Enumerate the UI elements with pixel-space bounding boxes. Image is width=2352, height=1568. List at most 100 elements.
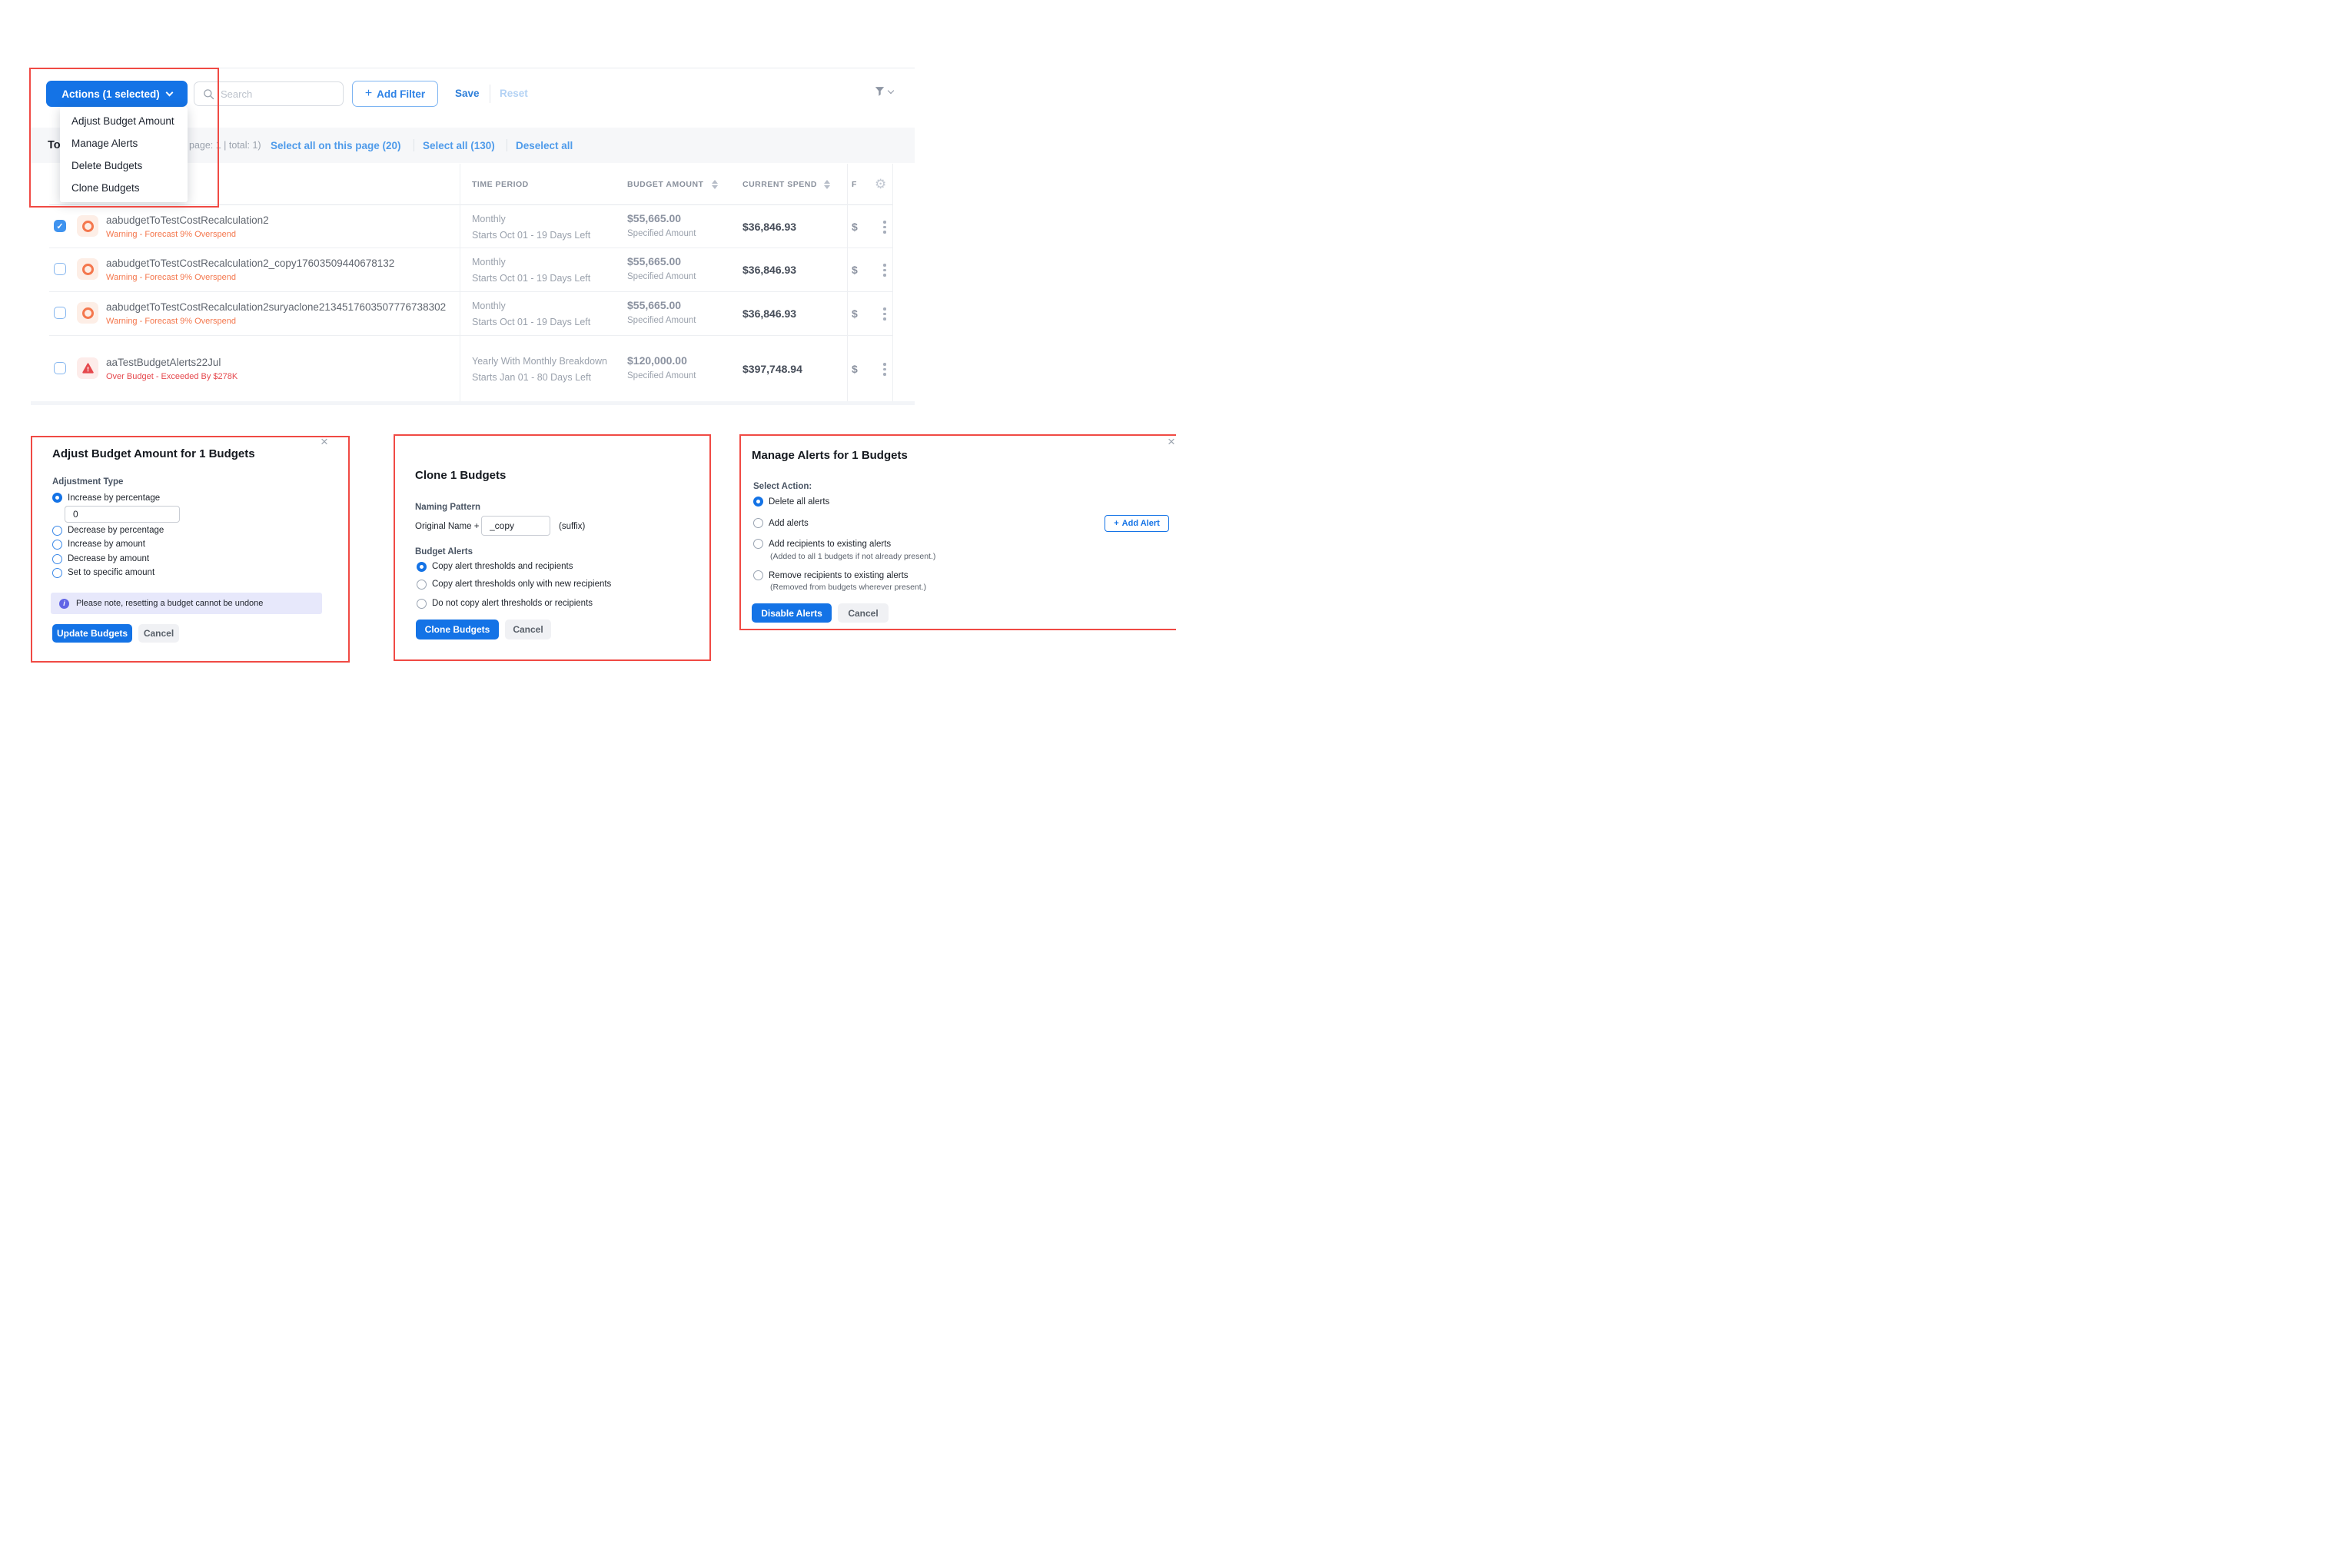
current-spend: $397,748.94 — [742, 363, 802, 375]
row-checkbox[interactable] — [54, 362, 66, 374]
column-header-time-period: TIME PERIOD — [472, 180, 529, 189]
reset-button[interactable]: Reset — [500, 88, 528, 99]
radio-remove-recipients[interactable] — [753, 570, 763, 580]
radio-decrease-by-percentage[interactable] — [52, 526, 62, 536]
filter-funnel-icon — [873, 85, 886, 98]
time-period-detail: Starts Oct 01 - 19 Days Left — [472, 317, 590, 327]
search-icon — [203, 88, 214, 100]
time-period: Monthly — [472, 214, 590, 224]
row-checkbox-checked[interactable]: ✓ — [54, 220, 66, 232]
budgets-page: Actions (1 selected) + Add Filter Save R… — [0, 0, 1176, 784]
row-checkbox[interactable] — [54, 263, 66, 275]
column-header-current-spend: CURRENT SPEND — [742, 180, 817, 189]
budget-name[interactable]: aabudgetToTestCostRecalculation2suryaclo… — [106, 301, 446, 313]
cancel-button[interactable]: Cancel — [505, 620, 551, 639]
suffix-input[interactable] — [481, 516, 550, 536]
check-icon: ✓ — [56, 221, 63, 231]
budget-status: Warning - Forecast 9% Overspend — [106, 230, 269, 239]
radio-set-to-specific-amount[interactable] — [52, 568, 62, 578]
percentage-input[interactable] — [65, 506, 180, 523]
total-label-fragment: To — [48, 139, 61, 151]
forecast-clipped: $ — [852, 363, 858, 375]
select-all-on-page-link[interactable]: Select all on this page (20) — [271, 140, 401, 151]
gear-icon[interactable]: ⚙ — [875, 177, 886, 192]
row-divider — [49, 335, 892, 336]
row-divider — [49, 247, 892, 248]
save-button[interactable]: Save — [455, 88, 480, 99]
warning-circle-icon — [77, 302, 98, 324]
menu-item-clone-budgets[interactable]: Clone Budgets — [60, 177, 188, 199]
radio-label: Copy alert thresholds and recipients — [432, 562, 573, 571]
sort-budget-amount[interactable] — [712, 180, 718, 189]
menu-item-adjust-budget-amount[interactable]: Adjust Budget Amount — [60, 110, 188, 132]
time-period: Yearly With Monthly Breakdown — [472, 356, 607, 367]
warning-circle-icon — [77, 258, 98, 280]
budget-alerts-label: Budget Alerts — [415, 547, 473, 556]
current-spend: $36,846.93 — [742, 221, 796, 233]
cancel-button[interactable]: Cancel — [838, 603, 889, 623]
warning-circle-icon — [77, 215, 98, 237]
radio-label: Delete all alerts — [769, 497, 829, 507]
annotation-box-manage-modal — [739, 434, 1176, 630]
radio-note: (Removed from budgets wherever present.) — [770, 583, 926, 592]
column-header-forecast-clipped: F — [852, 180, 857, 189]
actions-dropdown-menu: Adjust Budget Amount Manage Alerts Delet… — [60, 107, 188, 202]
forecast-clipped: $ — [852, 307, 858, 320]
row-menu-kebab-icon[interactable] — [882, 262, 888, 278]
menu-item-manage-alerts[interactable]: Manage Alerts — [60, 132, 188, 154]
close-icon[interactable]: × — [321, 435, 328, 448]
filter-menu-button[interactable] — [873, 85, 893, 98]
radio-increase-by-amount[interactable] — [52, 540, 62, 550]
add-filter-button[interactable]: + Add Filter — [352, 81, 438, 107]
radio-decrease-by-amount[interactable] — [52, 554, 62, 564]
budget-status: Over Budget - Exceeded By $278K — [106, 372, 238, 381]
close-icon[interactable]: × — [1168, 435, 1175, 448]
radio-label: Do not copy alert thresholds or recipien… — [432, 599, 593, 608]
add-filter-label: Add Filter — [377, 88, 425, 100]
select-all-link[interactable]: Select all (130) — [423, 140, 495, 151]
row-menu-kebab-icon[interactable] — [882, 306, 888, 322]
radio-label: Add alerts — [769, 519, 809, 528]
radio-do-not-copy[interactable] — [417, 599, 427, 609]
budget-amount-type: Specified Amount — [627, 316, 696, 325]
modal-title: Manage Alerts for 1 Budgets — [752, 449, 908, 462]
row-menu-kebab-icon[interactable] — [882, 219, 888, 235]
cancel-button[interactable]: Cancel — [138, 624, 179, 643]
radio-add-alerts[interactable] — [753, 518, 763, 528]
modal-title: Clone 1 Budgets — [415, 469, 506, 482]
time-period-detail: Starts Oct 01 - 19 Days Left — [472, 230, 590, 241]
budget-name[interactable]: aabudgetToTestCostRecalculation2_copy176… — [106, 257, 394, 269]
row-checkbox[interactable] — [54, 307, 66, 319]
radio-copy-thresholds-new-recipients[interactable] — [417, 580, 427, 590]
add-alert-label: Add Alert — [1122, 519, 1160, 528]
sort-current-spend[interactable] — [824, 180, 830, 189]
time-period-detail: Starts Oct 01 - 19 Days Left — [472, 273, 590, 284]
search-input-container[interactable] — [194, 81, 344, 106]
search-input[interactable] — [221, 88, 328, 100]
reset-note-banner: i Please note, resetting a budget cannot… — [51, 593, 322, 614]
budget-name[interactable]: aabudgetToTestCostRecalculation2 — [106, 214, 269, 226]
header-divider — [49, 204, 892, 205]
update-budgets-button[interactable]: Update Budgets — [52, 624, 132, 643]
plus-icon: + — [1114, 519, 1118, 528]
budget-status: Warning - Forecast 9% Overspend — [106, 273, 394, 282]
radio-delete-all-alerts[interactable] — [753, 497, 763, 507]
page-info: page: 1 | total: 1) — [189, 140, 261, 151]
add-alert-button[interactable]: + Add Alert — [1105, 515, 1169, 532]
radio-label: Remove recipients to existing alerts — [769, 571, 909, 580]
radio-copy-thresholds-recipients[interactable] — [417, 562, 427, 572]
column-divider — [847, 164, 848, 401]
radio-add-recipients[interactable] — [753, 539, 763, 549]
budget-name[interactable]: aaTestBudgetAlerts22Jul — [106, 357, 238, 368]
clone-budgets-button[interactable]: Clone Budgets — [416, 620, 499, 639]
deselect-all-link[interactable]: Deselect all — [516, 140, 573, 151]
radio-label: Add recipients to existing alerts — [769, 540, 891, 549]
actions-button[interactable]: Actions (1 selected) — [46, 81, 188, 107]
radio-increase-by-percentage[interactable] — [52, 493, 62, 503]
actions-button-label: Actions (1 selected) — [61, 88, 160, 100]
disable-alerts-button[interactable]: Disable Alerts — [752, 603, 832, 623]
menu-item-delete-budgets[interactable]: Delete Budgets — [60, 154, 188, 177]
column-header-budget-amount: BUDGET AMOUNT — [627, 180, 703, 189]
table-right-border — [892, 164, 893, 401]
row-menu-kebab-icon[interactable] — [882, 361, 888, 377]
